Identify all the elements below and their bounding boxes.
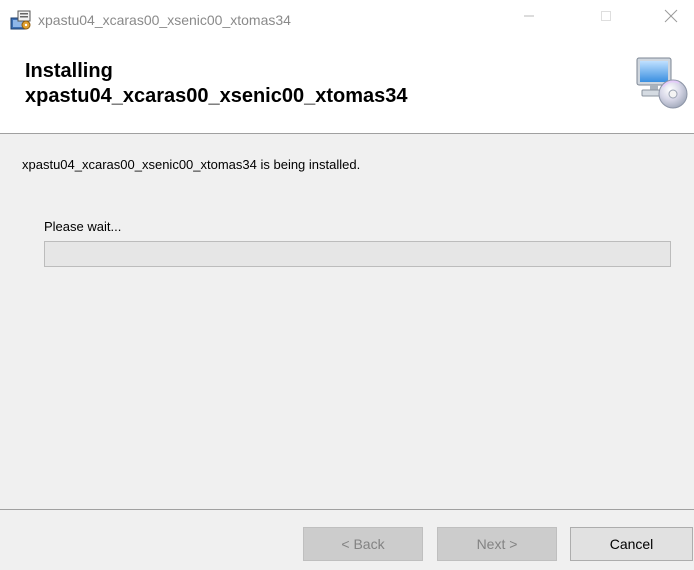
status-message: xpastu04_xcaras00_xsenic00_xtomas34 is b…: [22, 157, 361, 172]
title-bar[interactable]: xpastu04_xcaras00_xsenic00_xtomas34: [0, 0, 694, 44]
next-button[interactable]: Next >: [437, 527, 557, 561]
please-wait-label: Please wait...: [44, 219, 122, 234]
header-banner: Installing xpastu04_xcaras00_xsenic00_xt…: [0, 44, 694, 134]
computer-cd-icon: [633, 54, 689, 110]
window-title: xpastu04_xcaras00_xsenic00_xtomas34: [38, 12, 291, 28]
page-title-line2: xpastu04_xcaras00_xsenic00_xtomas34: [25, 85, 408, 107]
minimize-button[interactable]: [506, 0, 552, 36]
close-button[interactable]: [648, 0, 694, 36]
installer-icon: [10, 9, 32, 31]
page-title-line1: Installing: [25, 60, 113, 82]
cancel-button[interactable]: Cancel: [570, 527, 693, 561]
close-icon: [664, 9, 678, 28]
footer-divider: [0, 509, 694, 510]
maximize-button[interactable]: [583, 0, 629, 36]
minimize-icon: [523, 9, 535, 27]
installation-progress-bar: [44, 241, 671, 267]
back-button[interactable]: < Back: [303, 527, 423, 561]
maximize-icon: [600, 9, 612, 27]
installer-window: xpastu04_xcaras00_xsenic00_xtomas34 Inst…: [0, 0, 694, 570]
page-title: Installing xpastu04_xcaras00_xsenic00_xt…: [25, 59, 408, 109]
